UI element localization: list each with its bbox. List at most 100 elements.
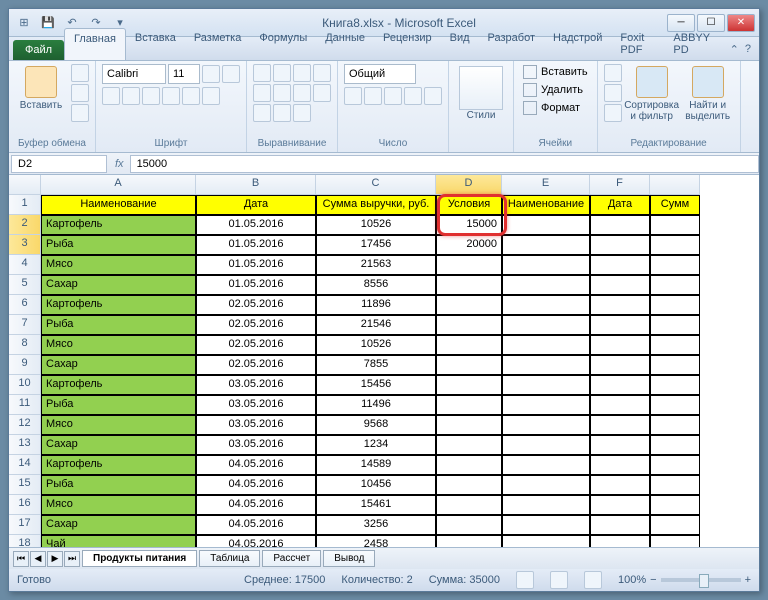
currency-icon[interactable] (344, 87, 362, 105)
row-header[interactable]: 11 (9, 395, 41, 415)
col-header-B[interactable]: B (196, 175, 316, 195)
cell[interactable]: 01.05.2016 (196, 275, 316, 295)
first-sheet-button[interactable]: ⏮ (13, 551, 29, 567)
cell[interactable]: Сахар (41, 275, 196, 295)
tab-рецензир[interactable]: Рецензир (374, 28, 441, 60)
cell[interactable]: Рыба (41, 475, 196, 495)
cell[interactable] (650, 475, 700, 495)
minimize-ribbon-icon[interactable]: ⌃ (730, 43, 739, 56)
align-top-icon[interactable] (253, 64, 271, 82)
cell[interactable] (436, 475, 502, 495)
cell[interactable]: Чай (41, 535, 196, 547)
cell[interactable] (650, 455, 700, 475)
cell[interactable] (650, 335, 700, 355)
cell[interactable] (436, 515, 502, 535)
cell[interactable] (502, 415, 590, 435)
cell[interactable] (502, 275, 590, 295)
cell[interactable] (436, 255, 502, 275)
col-header-E[interactable]: E (502, 175, 590, 195)
inc-decimal-icon[interactable] (404, 87, 422, 105)
header-cell[interactable]: Дата (196, 195, 316, 215)
header-cell[interactable]: Наименование (41, 195, 196, 215)
row-header[interactable]: 9 (9, 355, 41, 375)
tab-разметка[interactable]: Разметка (185, 28, 251, 60)
col-header-F[interactable]: F (590, 175, 650, 195)
cell[interactable] (436, 375, 502, 395)
cell[interactable]: 02.05.2016 (196, 315, 316, 335)
border-icon[interactable] (162, 87, 180, 105)
cell[interactable] (590, 395, 650, 415)
cell[interactable] (650, 315, 700, 335)
cell[interactable] (502, 215, 590, 235)
italic-icon[interactable] (122, 87, 140, 105)
sheet-tab[interactable]: Таблица (199, 550, 260, 567)
tab-foxit pdf[interactable]: Foxit PDF (611, 28, 664, 60)
cell[interactable]: 1234 (316, 435, 436, 455)
tab-данные[interactable]: Данные (316, 28, 374, 60)
zoom-in-icon[interactable]: + (745, 574, 751, 586)
cell[interactable]: 01.05.2016 (196, 255, 316, 275)
cell[interactable] (436, 275, 502, 295)
zoom-control[interactable]: 100% − + (618, 574, 751, 586)
excel-icon[interactable]: ⊞ (13, 12, 35, 34)
cell[interactable] (590, 455, 650, 475)
row-header[interactable]: 17 (9, 515, 41, 535)
row-header[interactable]: 14 (9, 455, 41, 475)
cell[interactable]: Рыба (41, 315, 196, 335)
row-header[interactable]: 7 (9, 315, 41, 335)
zoom-slider[interactable] (661, 578, 741, 582)
cell[interactable]: 10526 (316, 335, 436, 355)
next-sheet-button[interactable]: ▶ (47, 551, 63, 567)
view-normal-icon[interactable] (516, 571, 534, 589)
view-layout-icon[interactable] (550, 571, 568, 589)
row-header[interactable]: 16 (9, 495, 41, 515)
cell[interactable]: Картофель (41, 215, 196, 235)
cell[interactable] (650, 495, 700, 515)
cell[interactable] (650, 275, 700, 295)
cell[interactable] (502, 395, 590, 415)
cell[interactable] (502, 535, 590, 547)
align-bottom-icon[interactable] (293, 64, 311, 82)
cell[interactable] (650, 415, 700, 435)
cell[interactable] (502, 255, 590, 275)
insert-cells-button[interactable]: Вставить (520, 64, 591, 80)
prev-sheet-button[interactable]: ◀ (30, 551, 46, 567)
sheet-tab[interactable]: Продукты питания (82, 550, 197, 567)
cell[interactable] (650, 355, 700, 375)
cell[interactable] (590, 335, 650, 355)
cell[interactable] (502, 475, 590, 495)
cell[interactable] (502, 235, 590, 255)
fill-color-icon[interactable] (182, 87, 200, 105)
orientation-icon[interactable] (313, 64, 331, 82)
cell[interactable] (502, 355, 590, 375)
cell[interactable] (590, 295, 650, 315)
col-header-A[interactable]: A (41, 175, 196, 195)
copy-icon[interactable] (71, 84, 89, 102)
format-cells-button[interactable]: Формат (520, 100, 591, 116)
bold-icon[interactable] (102, 87, 120, 105)
cell[interactable] (502, 315, 590, 335)
cell[interactable]: 3256 (316, 515, 436, 535)
cell[interactable]: 04.05.2016 (196, 455, 316, 475)
find-select-button[interactable]: Найти и выделить (682, 64, 734, 124)
tab-формулы[interactable]: Формулы (250, 28, 316, 60)
cell[interactable] (436, 535, 502, 547)
name-box[interactable] (11, 155, 107, 173)
cell[interactable]: 01.05.2016 (196, 235, 316, 255)
cell[interactable] (590, 415, 650, 435)
indent-dec-icon[interactable] (253, 104, 271, 122)
save-icon[interactable]: 💾 (37, 12, 59, 34)
cell[interactable] (650, 435, 700, 455)
tab-главная[interactable]: Главная (64, 28, 126, 60)
cell[interactable] (436, 395, 502, 415)
align-middle-icon[interactable] (273, 64, 291, 82)
cell[interactable]: Мясо (41, 415, 196, 435)
col-header-D[interactable]: D (436, 175, 502, 195)
cell[interactable] (502, 455, 590, 475)
cell[interactable] (436, 335, 502, 355)
underline-icon[interactable] (142, 87, 160, 105)
cell[interactable]: Сахар (41, 515, 196, 535)
cell[interactable]: 02.05.2016 (196, 295, 316, 315)
grow-font-icon[interactable] (202, 65, 220, 83)
shrink-font-icon[interactable] (222, 65, 240, 83)
